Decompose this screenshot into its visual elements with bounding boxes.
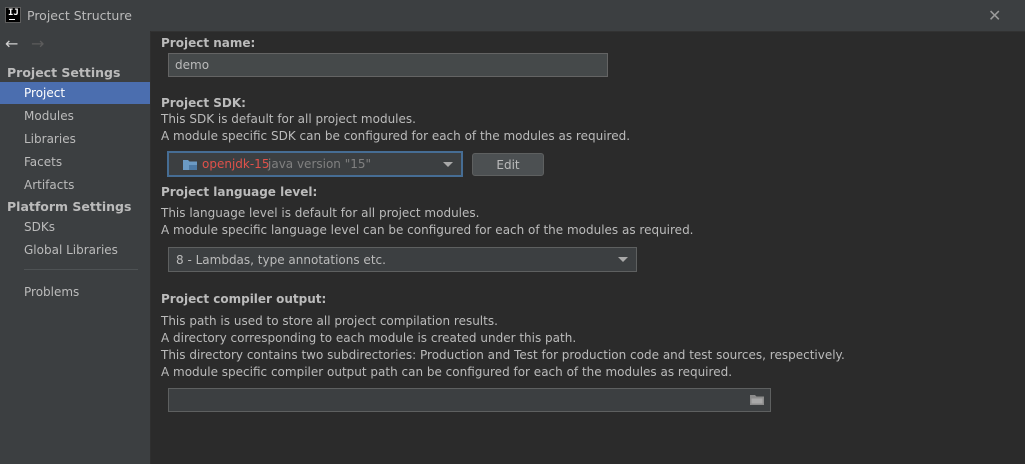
sidebar-item-libraries[interactable]: Libraries	[0, 128, 150, 150]
project-sdk-label: Project SDK:	[161, 96, 246, 110]
platform-settings-heading: Platform Settings	[7, 199, 132, 214]
sidebar-divider	[24, 269, 138, 270]
title-bar: IJ Project Structure ✕	[0, 0, 1025, 32]
sidebar-item-project[interactable]: Project	[0, 82, 150, 104]
sidebar: ← → Project Settings Project Modules Lib…	[0, 31, 151, 464]
sidebar-item-problems[interactable]: Problems	[0, 281, 150, 303]
compiler-output-desc-4: A module specific compiler output path c…	[161, 365, 733, 379]
close-icon[interactable]: ✕	[988, 6, 1001, 25]
window-title: Project Structure	[27, 8, 132, 23]
sdk-dropdown[interactable]: openjdk-15 java version "15"	[167, 151, 463, 177]
project-sdk-desc-2: A module specific SDK can be configured …	[161, 129, 631, 143]
language-level-dropdown[interactable]: 8 - Lambdas, type annotations etc.	[168, 247, 637, 272]
forward-arrow-icon[interactable]: →	[31, 34, 44, 53]
compiler-output-desc-3: This directory contains two subdirectori…	[161, 348, 845, 362]
language-level-desc-2: A module specific language level can be …	[161, 223, 694, 237]
compiler-output-label: Project compiler output:	[161, 292, 327, 306]
chevron-down-icon	[443, 162, 453, 167]
folder-icon	[183, 160, 197, 170]
back-arrow-icon[interactable]: ←	[5, 34, 18, 53]
language-level-desc-1: This language level is default for all p…	[161, 206, 480, 220]
project-sdk-desc-1: This SDK is default for all project modu…	[161, 112, 416, 126]
sidebar-item-facets[interactable]: Facets	[0, 151, 150, 173]
sdk-version: java version "15"	[268, 157, 372, 171]
sidebar-item-global-libraries[interactable]: Global Libraries	[0, 239, 150, 261]
project-settings-heading: Project Settings	[7, 65, 121, 80]
language-level-value: 8 - Lambdas, type annotations etc.	[176, 253, 386, 267]
compiler-output-desc-2: A directory corresponding to each module…	[161, 331, 577, 345]
edit-sdk-button[interactable]: Edit	[472, 153, 544, 176]
intellij-app-icon: IJ	[5, 7, 21, 23]
compiler-output-path-input[interactable]	[168, 388, 771, 412]
sidebar-item-sdks[interactable]: SDKs	[0, 216, 150, 238]
chevron-down-icon	[618, 257, 628, 262]
compiler-output-desc-1: This path is used to store all project c…	[161, 314, 498, 328]
project-name-label: Project name:	[161, 36, 256, 50]
sidebar-item-artifacts[interactable]: Artifacts	[0, 174, 150, 196]
project-name-input[interactable]: demo	[168, 53, 608, 77]
sdk-name: openjdk-15	[202, 157, 270, 171]
sidebar-item-modules[interactable]: Modules	[0, 105, 150, 127]
project-settings-panel: Project name: demo Project SDK: This SDK…	[151, 31, 1025, 464]
language-level-label: Project language level:	[161, 185, 318, 199]
browse-folder-icon[interactable]	[750, 394, 764, 405]
